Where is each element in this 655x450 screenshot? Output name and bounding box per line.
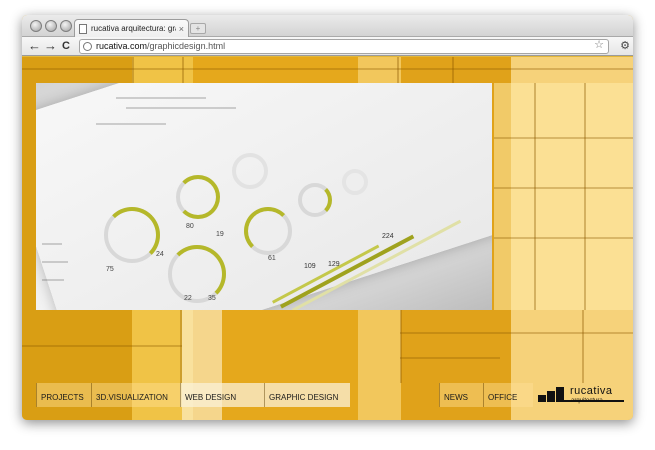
bookmark-star-icon[interactable]: ☆	[594, 39, 604, 52]
url-path: /graphicdesign.html	[147, 41, 226, 51]
tab-title: rucativa arquitectura: graph	[91, 24, 176, 33]
shelf-divider	[452, 57, 454, 83]
shelf-divider	[132, 57, 134, 83]
shelf-divider	[582, 310, 584, 383]
photo-text	[42, 279, 64, 281]
shelf-divider	[534, 83, 536, 310]
shelf-divider	[400, 332, 633, 334]
shelf-divider	[584, 83, 586, 310]
photo-number: 24	[156, 251, 164, 258]
nav-item-graphic-design[interactable]: GRAPHIC DESIGN	[264, 383, 350, 407]
nav-item-3d-visualization[interactable]: 3D.VISUALIZATION	[91, 383, 180, 407]
shelf-divider	[22, 68, 633, 70]
logo-subtitle: arquitectura	[571, 398, 603, 404]
donut-fill	[298, 183, 332, 217]
globe-icon	[83, 42, 92, 51]
wrench-icon[interactable]: ⚙	[620, 39, 630, 52]
logo-block	[538, 395, 546, 402]
document-icon	[79, 23, 87, 34]
shelf-divider	[182, 57, 184, 83]
photo-number: 80	[186, 223, 194, 230]
photo-number: 61	[268, 255, 276, 262]
photo-text	[96, 123, 166, 125]
shelf-divider	[494, 187, 633, 189]
rucativa-logo[interactable]: rucativa arquitectura	[538, 385, 630, 407]
donut-fill	[168, 245, 226, 303]
photo-text	[116, 97, 206, 99]
browser-tab[interactable]: rucativa arquitectura: graph ×	[74, 19, 189, 37]
donut-chart	[232, 153, 268, 189]
shelf-divider	[22, 345, 182, 347]
photo-number: 224	[382, 233, 394, 240]
photo-text	[42, 261, 68, 263]
page-content: 75 80 24 19 22 35 61 109 129 224 PROJECT…	[22, 57, 633, 420]
shelf-highlight	[494, 83, 633, 310]
zoom-window-button[interactable]	[60, 20, 72, 32]
browser-toolbar: ← → C rucativa.com/graphicdesign.html ☆ …	[22, 37, 633, 56]
nav-item-web-design[interactable]: WEB DESIGN	[180, 383, 264, 407]
reload-button[interactable]: C	[62, 38, 70, 54]
logo-block	[547, 391, 555, 402]
photo-number: 22	[184, 295, 192, 302]
close-window-button[interactable]	[30, 20, 42, 32]
shelf-divider	[494, 137, 633, 139]
logo-name: rucativa	[570, 385, 613, 397]
nav-item-news[interactable]: NEWS	[439, 383, 483, 407]
donut-fill	[176, 175, 220, 219]
shelf-divider	[400, 310, 402, 383]
url-host: rucativa.com	[96, 41, 148, 51]
browser-window: rucativa arquitectura: graph × + ← → C r…	[22, 15, 633, 420]
minimize-window-button[interactable]	[45, 20, 57, 32]
photo-text	[126, 107, 236, 109]
nav-item-office[interactable]: OFFICE	[483, 383, 533, 407]
photo-number: 109	[304, 263, 316, 270]
logo-block	[556, 387, 564, 402]
tab-bar: rucativa arquitectura: graph × +	[22, 15, 633, 37]
shelf-divider	[494, 237, 633, 239]
shelf-divider	[397, 57, 399, 83]
photo-number: 75	[106, 266, 114, 273]
nav-item-projects[interactable]: PROJECTS	[36, 383, 91, 407]
printed-document	[36, 83, 492, 310]
photo-text	[42, 243, 62, 245]
address-bar[interactable]: rucativa.com/graphicdesign.html ☆	[79, 39, 609, 54]
tab-close-icon[interactable]: ×	[179, 24, 184, 34]
back-button[interactable]: ←	[28, 38, 41, 54]
photo-number: 19	[216, 231, 224, 238]
donut-chart	[342, 169, 368, 195]
donut-fill	[104, 207, 160, 263]
graphic-design-photo: 75 80 24 19 22 35 61 109 129 224	[36, 83, 492, 310]
shelf-divider	[400, 357, 500, 359]
donut-fill	[244, 207, 292, 255]
forward-button[interactable]: →	[44, 38, 57, 54]
photo-number: 129	[328, 261, 340, 268]
photo-number: 35	[208, 295, 216, 302]
new-tab-button[interactable]: +	[190, 23, 206, 34]
